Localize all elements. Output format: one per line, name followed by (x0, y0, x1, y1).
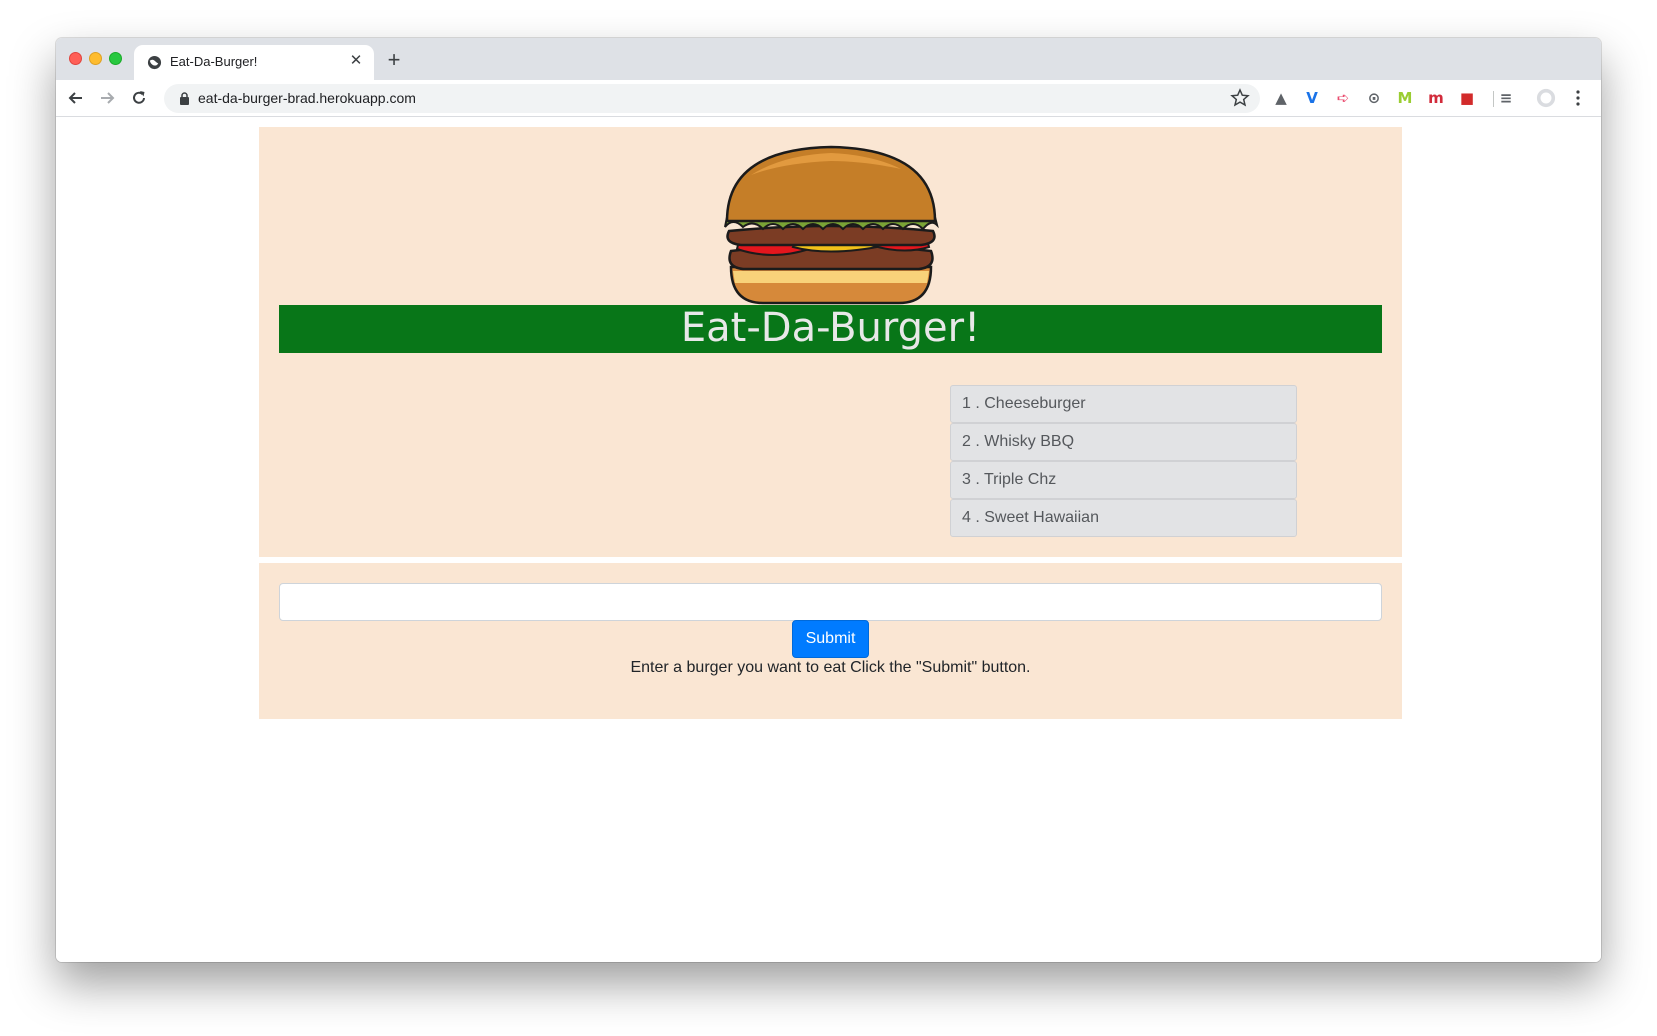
m-red-extension-icon[interactable]: m (1426, 88, 1446, 108)
arrow-extension-icon[interactable]: ➪ (1333, 88, 1353, 108)
submit-button[interactable]: Submit (792, 620, 869, 658)
code-extension-icon[interactable]: ⊙ (1364, 88, 1384, 108)
browser-window: Eat-Da-Burger! ✕ + eat-da-burger-brad.he… (56, 38, 1601, 962)
forward-button[interactable] (94, 85, 120, 111)
page-viewport: Eat-Da-Burger! 1 . Cheeseburger 2 . Whis… (56, 118, 1601, 962)
burger-name-input[interactable] (279, 583, 1382, 621)
chrome-menu-button[interactable] (1568, 88, 1588, 108)
url-text: eat-da-burger-brad.herokuapp.com (198, 90, 416, 106)
toolbar-separator (1493, 91, 1494, 107)
browser-toolbar: eat-da-burger-brad.herokuapp.com ▲ V ➪ ⊙ Mm ■… (56, 80, 1601, 117)
browser-tab[interactable]: Eat-Da-Burger! ✕ (134, 45, 374, 80)
globe-icon (147, 55, 162, 70)
v-extension-icon[interactable]: V (1302, 88, 1322, 108)
reload-button[interactable] (126, 85, 152, 111)
burger-list: 1 . Cheeseburger 2 . Whisky BBQ 3 . Trip… (950, 385, 1297, 537)
back-arrow-icon (68, 92, 82, 104)
forward-arrow-icon (101, 92, 115, 104)
drive-extension-icon[interactable]: ▲ (1271, 88, 1291, 108)
m-green-extension-icon[interactable]: M (1395, 88, 1415, 108)
page-container: Eat-Da-Burger! 1 . Cheeseburger 2 . Whis… (259, 127, 1402, 719)
window-close-button[interactable] (69, 52, 82, 65)
tab-title: Eat-Da-Burger! (170, 54, 258, 69)
window-minimize-button[interactable] (89, 52, 102, 65)
page-title-banner: Eat-Da-Burger! (279, 305, 1382, 353)
profile-icon (1536, 88, 1556, 108)
reload-icon (133, 91, 145, 104)
window-maximize-button[interactable] (109, 52, 122, 65)
more-vertical-icon (1576, 90, 1580, 106)
burger-list-item[interactable]: 3 . Triple Chz (950, 461, 1297, 499)
burger-logo-image (724, 145, 939, 305)
lock-icon (180, 92, 189, 105)
burger-list-item[interactable]: 2 . Whisky BBQ (950, 423, 1297, 461)
red-box-extension-icon[interactable]: ■ (1457, 88, 1477, 108)
burger-panel: Eat-Da-Burger! 1 . Cheeseburger 2 . Whis… (259, 127, 1402, 557)
burger-list-item[interactable]: 1 . Cheeseburger (950, 385, 1297, 423)
playlist-icon[interactable]: ≡ (1496, 88, 1516, 108)
tab-strip: Eat-Da-Burger! ✕ + (56, 38, 1601, 80)
address-bar[interactable]: eat-da-burger-brad.herokuapp.com (164, 84, 1260, 113)
profile-avatar[interactable] (1536, 88, 1556, 108)
add-burger-form: Submit Enter a burger you want to eat Cl… (259, 563, 1402, 719)
form-hint-text: Enter a burger you want to eat Click the… (630, 659, 1031, 676)
new-tab-button[interactable]: + (381, 48, 407, 74)
burger-list-item[interactable]: 4 . Sweet Hawaiian (950, 499, 1297, 537)
close-tab-icon[interactable]: ✕ (346, 51, 366, 71)
bookmark-star-icon[interactable] (1230, 88, 1250, 108)
back-button[interactable] (63, 85, 89, 111)
